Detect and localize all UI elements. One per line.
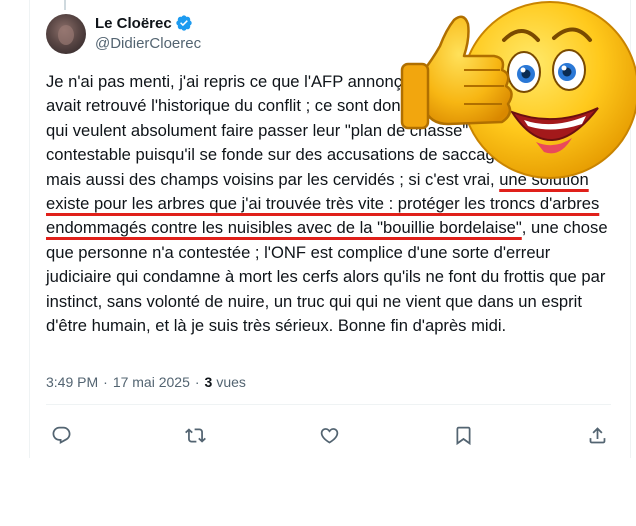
tweet-date[interactable]: 17 mai 2025 [113, 374, 190, 390]
bookmark-icon [456, 426, 470, 445]
views-count: 3 [204, 374, 213, 390]
reply-icon [52, 426, 70, 444]
thumbs-up-emoji-icon [400, 1, 636, 179]
reply-button[interactable] [48, 422, 74, 448]
share-button[interactable] [584, 422, 610, 448]
meta-separator: · [194, 374, 200, 390]
thread-connector-line [64, 0, 66, 10]
tweet-meta: 3:49 PM · 17 mai 2025 · 3 vues [46, 374, 246, 390]
retweet-icon [184, 427, 206, 443]
author-handle[interactable]: @DidierCloerec [95, 35, 201, 52]
display-name[interactable]: Le Cloërec [95, 15, 172, 32]
bookmark-button[interactable] [450, 422, 476, 448]
tweet-time[interactable]: 3:49 PM [46, 374, 98, 390]
share-icon [589, 426, 605, 443]
verified-badge-icon [175, 14, 193, 32]
like-icon [320, 427, 338, 444]
views-label: vues [216, 374, 246, 390]
meta-separator: · [103, 374, 108, 390]
avatar[interactable] [46, 14, 86, 54]
like-button[interactable] [316, 422, 342, 448]
retweet-button[interactable] [182, 422, 208, 448]
divider [46, 404, 611, 405]
author-name-row[interactable]: Le Cloërec [95, 14, 193, 32]
